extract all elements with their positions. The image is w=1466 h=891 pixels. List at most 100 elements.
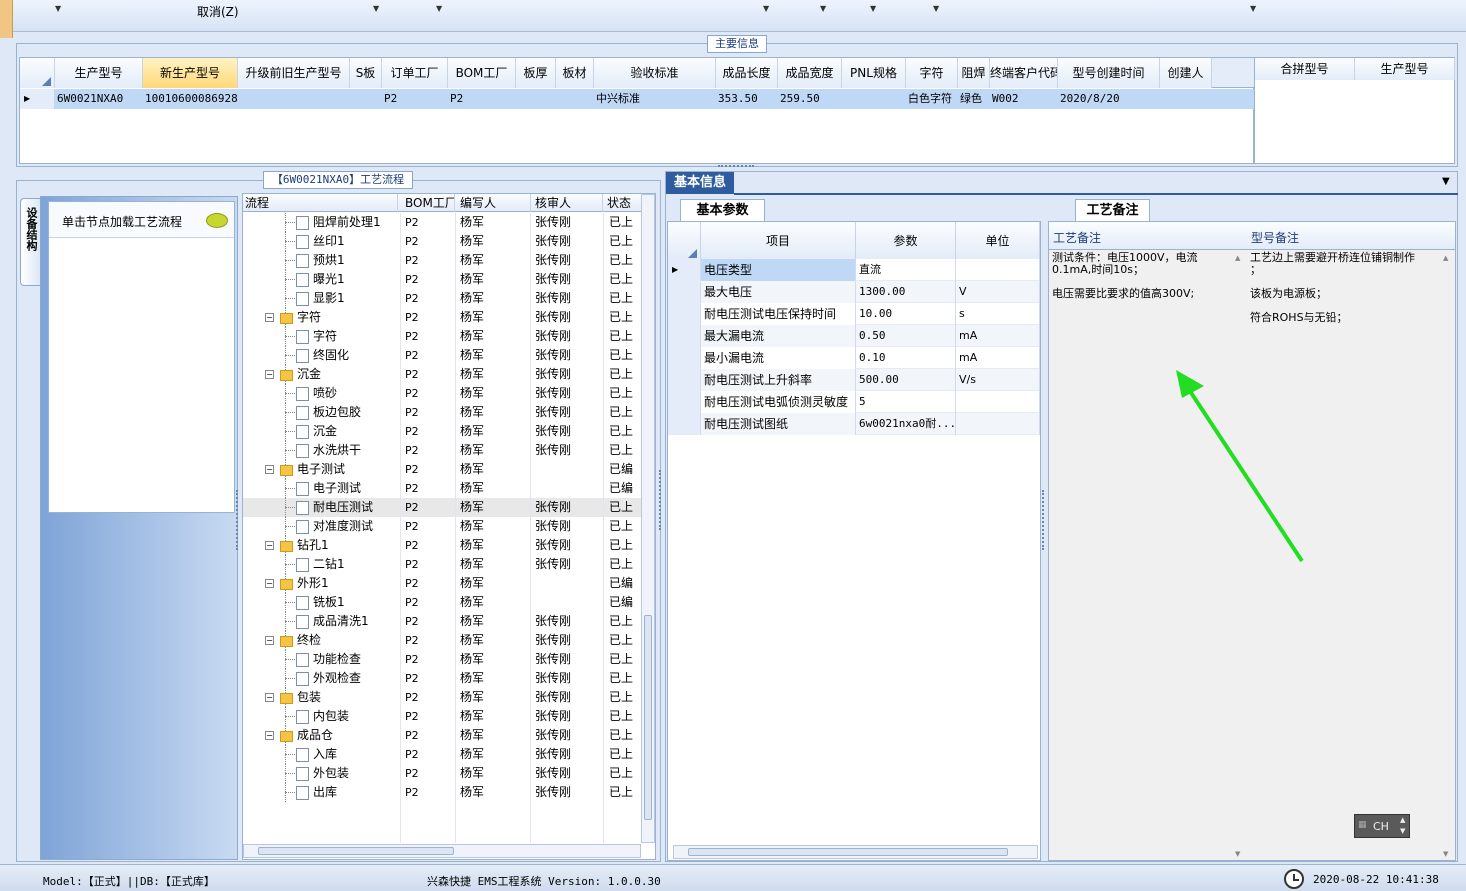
- model-notes-text[interactable]: 工艺边上需要避开桥连位铺铜制作； 该板为电源板； 符合ROHS与无铅；: [1250, 252, 1442, 324]
- tree-row[interactable]: 成品清洗1 P2 杨军 张传刚 已上: [243, 612, 641, 631]
- param-value[interactable]: 5: [856, 391, 956, 413]
- tree-row[interactable]: − 字符 P2 杨军 张传刚 已上: [243, 308, 641, 327]
- table-cell[interactable]: 353.50: [716, 89, 778, 109]
- col-item[interactable]: 项目: [701, 222, 856, 260]
- params-grid[interactable]: 项目 参数 单位 ▶ 电压类型 直流 最大电压 1300.00 V 耐电压测试电…: [667, 221, 1041, 861]
- tree-row[interactable]: 喷砂 P2 杨军 张传刚 已上: [243, 384, 641, 403]
- col-header[interactable]: PNL规格: [842, 58, 906, 88]
- tree-row[interactable]: 曝光1 P2 杨军 张传刚 已上: [243, 270, 641, 289]
- splitter-grip[interactable]: [236, 490, 241, 550]
- param-row[interactable]: 耐电压测试电压保持时间 10.00 s: [668, 303, 1040, 325]
- param-row[interactable]: 最大漏电流 0.50 mA: [668, 325, 1040, 347]
- tree-row[interactable]: − 电子测试 P2 杨军 已编: [243, 460, 641, 479]
- dropdown-arrow-icon[interactable]: ▼: [55, 4, 61, 13]
- param-value[interactable]: 0.50: [856, 325, 956, 347]
- tree-row[interactable]: − 沉金 P2 杨军 张传刚 已上: [243, 365, 641, 384]
- param-value[interactable]: 1300.00: [856, 281, 956, 303]
- load-flow-button[interactable]: 单击节点加载工艺流程: [49, 202, 234, 238]
- tree-row[interactable]: 水洗烘干 P2 杨军 张传刚 已上: [243, 441, 641, 460]
- tree-col-header[interactable]: BOM工厂: [403, 194, 455, 212]
- dropdown-arrow-icon[interactable]: ▼: [870, 4, 876, 13]
- col-header[interactable]: BOM工厂: [448, 58, 516, 88]
- param-row[interactable]: ▶ 电压类型 直流: [668, 259, 1040, 281]
- tree-row[interactable]: 终固化 P2 杨军 张传刚 已上: [243, 346, 641, 365]
- col-header[interactable]: 终端客户代码: [990, 58, 1058, 88]
- collapse-toggle-icon[interactable]: −: [265, 541, 274, 550]
- table-cell[interactable]: 259.50: [778, 89, 842, 109]
- col-header[interactable]: 生产型号: [55, 58, 143, 88]
- tree-col-header[interactable]: 核审人: [533, 194, 603, 212]
- collapse-toggle-icon[interactable]: −: [265, 636, 274, 645]
- splitter-grip[interactable]: [1042, 490, 1047, 550]
- collapse-toggle-icon[interactable]: −: [265, 693, 274, 702]
- tab-basic-info[interactable]: 基本信息: [666, 172, 734, 194]
- dropdown-arrow-icon[interactable]: ▼: [820, 4, 826, 13]
- merge-model-grid[interactable]: 合拼型号 生产型号: [1254, 57, 1455, 164]
- model-notes-vscroll[interactable]: ▲ ▼: [1441, 250, 1455, 860]
- col-merge-model[interactable]: 合拼型号: [1255, 58, 1355, 80]
- table-row[interactable]: ▶ 6W0021NXA0 10010600086928 P2 P2 中兴标准 353.50…: [20, 89, 1255, 109]
- table-cell[interactable]: 中兴标准: [594, 89, 716, 109]
- tree-row[interactable]: 沉金 P2 杨军 张传刚 已上: [243, 422, 641, 441]
- param-value[interactable]: 直流: [856, 259, 956, 281]
- dropdown-arrow-icon[interactable]: ▼: [436, 4, 442, 13]
- tree-col-header[interactable]: 流程: [243, 194, 398, 212]
- tree-row[interactable]: 耐电压测试 P2 杨军 张传刚 已上: [243, 498, 641, 517]
- tree-row[interactable]: 丝印1 P2 杨军 张传刚 已上: [243, 232, 641, 251]
- col-header[interactable]: 字符: [906, 58, 958, 88]
- col-header[interactable]: 升级前旧生产型号: [238, 58, 350, 88]
- param-row[interactable]: 最大电压 1300.00 V: [668, 281, 1040, 303]
- tree-row[interactable]: 外包装 P2 杨军 张传刚 已上: [243, 764, 641, 783]
- flow-tree-grid[interactable]: 流程 BOM工厂 编写人 核审人 状态 阻焊前处理1 P2 杨军 张传刚 已上 丝印1 …: [242, 193, 656, 860]
- tree-row[interactable]: − 终检 P2 杨军 张传刚 已上: [243, 631, 641, 650]
- param-value[interactable]: 10.00: [856, 303, 956, 325]
- table-cell[interactable]: 白色字符: [906, 89, 958, 109]
- col-value[interactable]: 参数: [856, 222, 956, 260]
- table-cell[interactable]: 2020/8/20: [1058, 89, 1160, 109]
- table-cell[interactable]: [516, 89, 556, 109]
- col-header[interactable]: 新生产型号: [143, 58, 238, 88]
- tree-row[interactable]: 内包装 P2 杨军 张传刚 已上: [243, 707, 641, 726]
- tree-row[interactable]: 出库 P2 杨军 张传刚 已上: [243, 783, 641, 802]
- param-row[interactable]: 耐电压测试电弧侦测灵敏度 5: [668, 391, 1040, 413]
- tree-row[interactable]: − 外形1 P2 杨军 已编: [243, 574, 641, 593]
- splitter-grip[interactable]: [659, 470, 664, 530]
- tree-vscroll[interactable]: [641, 194, 655, 843]
- tree-row[interactable]: − 成品仓 P2 杨军 张传刚 已上: [243, 726, 641, 745]
- col-header[interactable]: 验收标准: [594, 58, 716, 88]
- tree-row[interactable]: − 钻孔1 P2 杨军 张传刚 已上: [243, 536, 641, 555]
- col-unit[interactable]: 单位: [956, 222, 1040, 260]
- dropdown-arrow-icon[interactable]: ▼: [933, 4, 939, 13]
- table-cell[interactable]: [842, 89, 906, 109]
- collapse-toggle-icon[interactable]: −: [265, 731, 274, 740]
- col-header[interactable]: 板材: [556, 58, 594, 88]
- tree-row[interactable]: 二钻1 P2 杨军 张传刚 已上: [243, 555, 641, 574]
- tree-row[interactable]: 铣板1 P2 杨军 已编: [243, 593, 641, 612]
- tree-row[interactable]: 显影1 P2 杨军 张传刚 已上: [243, 289, 641, 308]
- process-notes-text[interactable]: 测试条件：电压1000V，电流 0.1mA,时间10s； 电压需要比要求的值高300…: [1052, 252, 1234, 300]
- col-header[interactable]: 成品长度: [716, 58, 778, 88]
- collapse-toggle-icon[interactable]: −: [265, 370, 274, 379]
- param-row[interactable]: 耐电压测试上升斜率 500.00 V/s: [668, 369, 1040, 391]
- tree-col-header[interactable]: 状态: [605, 194, 645, 212]
- table-cell[interactable]: 6W0021NXA0: [55, 89, 143, 109]
- tree-row[interactable]: 外观检查 P2 杨军 张传刚 已上: [243, 669, 641, 688]
- dropdown-arrow-icon[interactable]: ▼: [1250, 4, 1256, 13]
- collapse-toggle-icon[interactable]: −: [265, 465, 274, 474]
- table-cell[interactable]: W002: [990, 89, 1058, 109]
- tree-row[interactable]: 字符 P2 杨军 张传刚 已上: [243, 327, 641, 346]
- param-value[interactable]: 500.00: [856, 369, 956, 391]
- table-cell[interactable]: [556, 89, 594, 109]
- table-cell[interactable]: [238, 89, 350, 109]
- param-row[interactable]: 耐电压测试图纸 6w0021nxa0耐...: [668, 413, 1040, 435]
- col-production-model[interactable]: 生产型号: [1355, 58, 1455, 80]
- param-value[interactable]: 6w0021nxa0耐...: [856, 413, 956, 435]
- table-cell[interactable]: P2: [448, 89, 516, 109]
- collapse-toggle-icon[interactable]: −: [265, 579, 274, 588]
- tree-row[interactable]: 板边包胶 P2 杨军 张传刚 已上: [243, 403, 641, 422]
- tree-row[interactable]: 电子测试 P2 杨军 已编: [243, 479, 641, 498]
- panel-menu-chevron-icon[interactable]: ▼: [1442, 176, 1450, 187]
- col-header[interactable]: 型号创建时间: [1058, 58, 1160, 88]
- collapse-toggle-icon[interactable]: −: [265, 313, 274, 322]
- col-header[interactable]: S板: [350, 58, 382, 88]
